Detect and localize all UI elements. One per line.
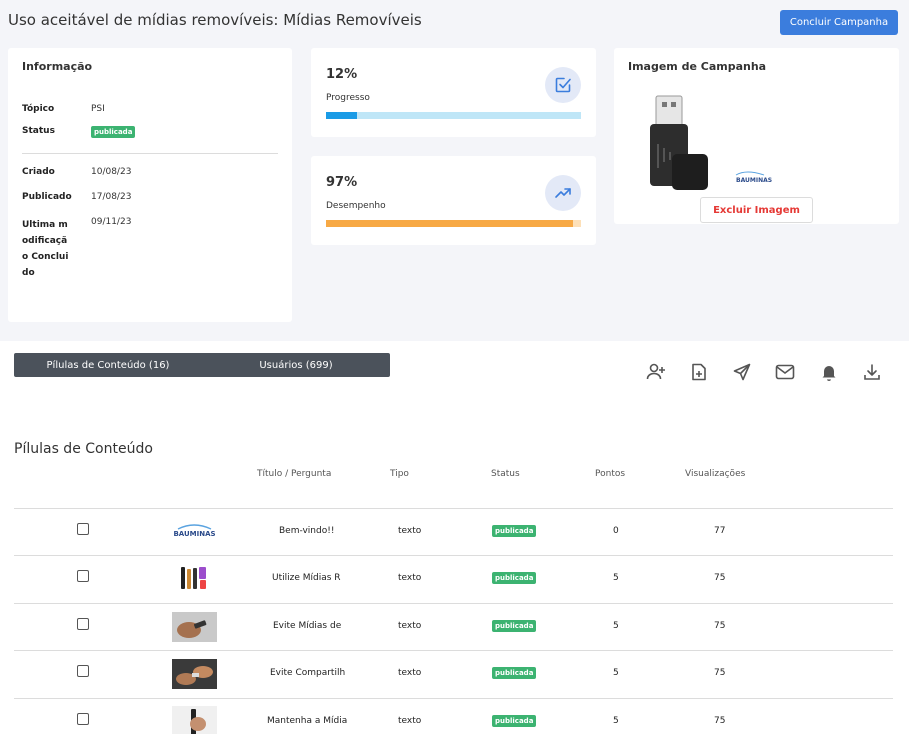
row-status-badge: publicada bbox=[492, 667, 537, 679]
svg-text:BAUMINAS: BAUMINAS bbox=[173, 530, 215, 538]
row-divider bbox=[14, 698, 893, 699]
conclude-campaign-button[interactable]: Concluir Campanha bbox=[780, 10, 898, 35]
progress-bar-fill bbox=[326, 112, 357, 119]
delete-image-button[interactable]: Excluir Imagem bbox=[700, 197, 813, 223]
row-thumbnail bbox=[172, 659, 217, 689]
row-divider bbox=[14, 555, 893, 556]
row-title: Mantenha a Mídia bbox=[267, 716, 348, 726]
last-modification-label: Ultima modificação Concluido bbox=[22, 220, 69, 278]
row-views: 75 bbox=[714, 621, 726, 631]
progress-label: Progresso bbox=[326, 93, 370, 103]
row-checkbox[interactable] bbox=[77, 523, 89, 535]
info-card: Informação Tópico PSI Status publicada C… bbox=[8, 48, 292, 322]
info-card-title: Informação bbox=[22, 60, 93, 73]
add-file-icon[interactable] bbox=[688, 361, 710, 383]
progress-value: 12% bbox=[326, 67, 358, 82]
add-user-icon[interactable] bbox=[645, 361, 667, 383]
column-header-views: Visualizações bbox=[685, 469, 746, 479]
row-divider bbox=[14, 603, 893, 604]
row-title: Utilize Mídias R bbox=[272, 573, 341, 583]
row-type: texto bbox=[398, 621, 422, 631]
performance-bar-fill bbox=[326, 220, 574, 227]
progress-card: 12% Progresso bbox=[311, 48, 596, 137]
send-icon[interactable] bbox=[731, 361, 753, 383]
row-thumbnail bbox=[172, 612, 217, 642]
column-header-type: Tipo bbox=[390, 469, 409, 479]
row-title: Evite Mídias de bbox=[273, 621, 342, 631]
performance-label: Desempenho bbox=[326, 201, 386, 211]
row-title: Bem-vindo!! bbox=[279, 526, 335, 536]
usb-drive-image: BAUMINAS bbox=[650, 95, 772, 190]
published-label: Publicado bbox=[22, 192, 72, 202]
campaign-image-title: Imagem de Campanha bbox=[628, 60, 767, 73]
row-views: 75 bbox=[714, 716, 726, 726]
checkbox-icon bbox=[545, 67, 581, 103]
status-badge: publicada bbox=[91, 126, 136, 138]
row-type: texto bbox=[398, 716, 422, 726]
row-points: 0 bbox=[613, 526, 619, 536]
row-type: texto bbox=[398, 668, 422, 678]
row-type: texto bbox=[398, 526, 422, 536]
row-status-badge: publicada bbox=[492, 572, 537, 584]
row-checkbox[interactable] bbox=[77, 570, 89, 582]
row-thumbnail: BAUMINAS bbox=[172, 517, 217, 547]
row-points: 5 bbox=[613, 716, 619, 726]
row-points: 5 bbox=[613, 573, 619, 583]
mail-icon[interactable] bbox=[774, 361, 796, 383]
row-views: 77 bbox=[714, 526, 726, 536]
row-checkbox[interactable] bbox=[77, 665, 89, 677]
campaign-image-card: Imagem de Campanha BAUMINAS Excluir Imag… bbox=[614, 48, 899, 224]
row-points: 5 bbox=[613, 621, 619, 631]
trending-up-icon bbox=[545, 175, 581, 211]
performance-card: 97% Desempenho bbox=[311, 156, 596, 245]
info-divider bbox=[22, 153, 278, 154]
progress-bar bbox=[326, 112, 581, 119]
row-views: 75 bbox=[714, 573, 726, 583]
published-value: 17/08/23 bbox=[91, 192, 132, 202]
row-points: 5 bbox=[613, 668, 619, 678]
column-header-title: Título / Pergunta bbox=[257, 469, 332, 479]
last-modification-value: 09/11/23 bbox=[91, 217, 132, 227]
row-checkbox[interactable] bbox=[77, 618, 89, 630]
row-divider bbox=[14, 508, 893, 509]
column-header-status: Status bbox=[491, 469, 520, 479]
page-title: Uso aceitável de mídias removíveis: Mídi… bbox=[8, 11, 422, 29]
tab-users[interactable]: Usuários (699) bbox=[202, 353, 390, 377]
tab-content-pills[interactable]: Pílulas de Conteúdo (16) bbox=[14, 353, 202, 377]
row-thumbnail bbox=[172, 706, 217, 734]
row-status-badge: publicada bbox=[492, 525, 537, 537]
row-title: Evite Compartilh bbox=[270, 668, 346, 678]
row-status-badge: publicada bbox=[492, 620, 537, 632]
row-type: texto bbox=[398, 573, 422, 583]
tab-bar: Pílulas de Conteúdo (16) Usuários (699) bbox=[14, 353, 390, 377]
performance-bar bbox=[326, 220, 581, 227]
topic-value: PSI bbox=[91, 104, 105, 114]
performance-value: 97% bbox=[326, 175, 358, 190]
row-views: 75 bbox=[714, 668, 726, 678]
row-status-badge: publicada bbox=[492, 715, 537, 727]
row-divider bbox=[14, 650, 893, 651]
topic-label: Tópico bbox=[22, 104, 55, 114]
row-checkbox[interactable] bbox=[77, 713, 89, 725]
bauminas-logo: BAUMINAS bbox=[736, 177, 772, 184]
section-title: Pílulas de Conteúdo bbox=[14, 441, 153, 457]
created-label: Criado bbox=[22, 167, 55, 177]
created-value: 10/08/23 bbox=[91, 167, 132, 177]
status-label: Status bbox=[22, 126, 55, 136]
download-icon[interactable] bbox=[861, 361, 883, 383]
column-header-points: Pontos bbox=[595, 469, 626, 479]
row-thumbnail bbox=[172, 564, 217, 594]
bell-icon[interactable] bbox=[818, 361, 840, 383]
